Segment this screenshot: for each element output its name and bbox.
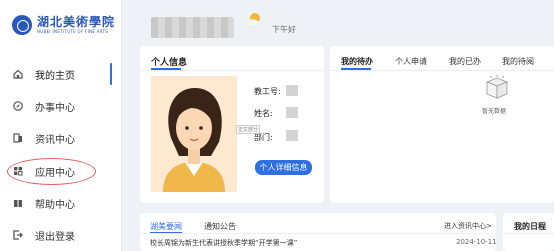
profile-card-title: 个人信息 <box>151 58 188 68</box>
logo-chinese-name: 湖北美術學院 <box>37 14 116 29</box>
staff-id-value-redacted <box>286 85 298 96</box>
watermark-tag: 正文部分 <box>236 125 261 134</box>
department-value-redacted <box>286 130 298 141</box>
tab-school-news[interactable]: 湖美要闻 <box>150 221 182 232</box>
sidebar-item-help[interactable]: 帮助中心 <box>0 193 122 213</box>
profile-detail-button[interactable]: 个人详细信息 <box>255 160 312 175</box>
news-icon <box>13 133 22 143</box>
sidebar-item-label: 资讯中心 <box>35 134 75 146</box>
sidebar-item-label: 办事中心 <box>35 102 75 114</box>
sidebar-item-label: 我的主页 <box>35 70 75 82</box>
compass-icon <box>13 101 23 111</box>
name-value-redacted <box>286 107 298 118</box>
schedule-card: 我的日程 <box>503 213 554 251</box>
news-center-link[interactable]: 进入资讯中心> <box>444 221 492 231</box>
sidebar-item-logout[interactable]: 退出登录 <box>0 225 122 245</box>
news-card: 湖美要闻 通知公告 进入资讯中心> 校长周锦为新生代表讲授秋季学期“开学第一课”… <box>140 213 497 251</box>
avatar-illustration <box>163 88 225 192</box>
tab-my-done[interactable]: 我的已办 <box>449 56 481 67</box>
sun-cloud-icon <box>244 13 260 27</box>
todo-card: 我的待办 个人申请 我的已办 我的待阅 暂无数据 <box>330 46 554 203</box>
tab-to-read[interactable]: 我的待阅 <box>502 56 534 67</box>
profile-card: 个人信息 教工号: 姓名: 部门: 正文部分 个人详细信息 <box>140 46 324 203</box>
tab-announcements[interactable]: 通知公告 <box>204 221 236 232</box>
logout-icon <box>13 230 23 240</box>
active-indicator <box>110 63 112 85</box>
tab-personal-applications[interactable]: 个人申请 <box>395 56 427 67</box>
sidebar: 湖北美術學院 HUBEI INSTITUTE OF FINE ARTS 我的主页… <box>0 0 122 251</box>
logo-english-name: HUBEI INSTITUTE OF FINE ARTS <box>37 28 109 34</box>
sidebar-item-label: 退出登录 <box>35 231 75 243</box>
user-name-redacted <box>151 17 234 38</box>
staff-id-label: 教工号: <box>254 87 281 96</box>
sidebar-item-home[interactable]: 我的主页 <box>0 64 122 84</box>
book-icon <box>14 200 22 207</box>
schedule-card-title: 我的日程 <box>514 222 546 231</box>
tab-my-todo[interactable]: 我的待办 <box>341 56 373 67</box>
avatar <box>151 76 237 192</box>
greeting-text: 下午好 <box>272 25 296 34</box>
sidebar-item-label: 帮助中心 <box>35 199 75 211</box>
news-item-date: 2024-10-11 <box>456 238 497 246</box>
sidebar-item-services[interactable]: 办事中心 <box>0 96 122 116</box>
empty-box-icon <box>485 74 509 99</box>
empty-state-text: 暂无数据 <box>482 108 507 115</box>
school-emblem-icon <box>12 15 32 35</box>
school-logo[interactable]: 湖北美術學院 HUBEI INSTITUTE OF FINE ARTS <box>12 15 115 35</box>
home-icon <box>13 69 23 79</box>
name-label: 姓名: <box>254 109 273 118</box>
sidebar-item-news[interactable]: 资讯中心 <box>0 128 122 148</box>
highlight-circle-annotation <box>7 158 96 185</box>
news-item-title[interactable]: 校长周锦为新生代表讲授秋季学期“开学第一课” <box>150 238 297 248</box>
